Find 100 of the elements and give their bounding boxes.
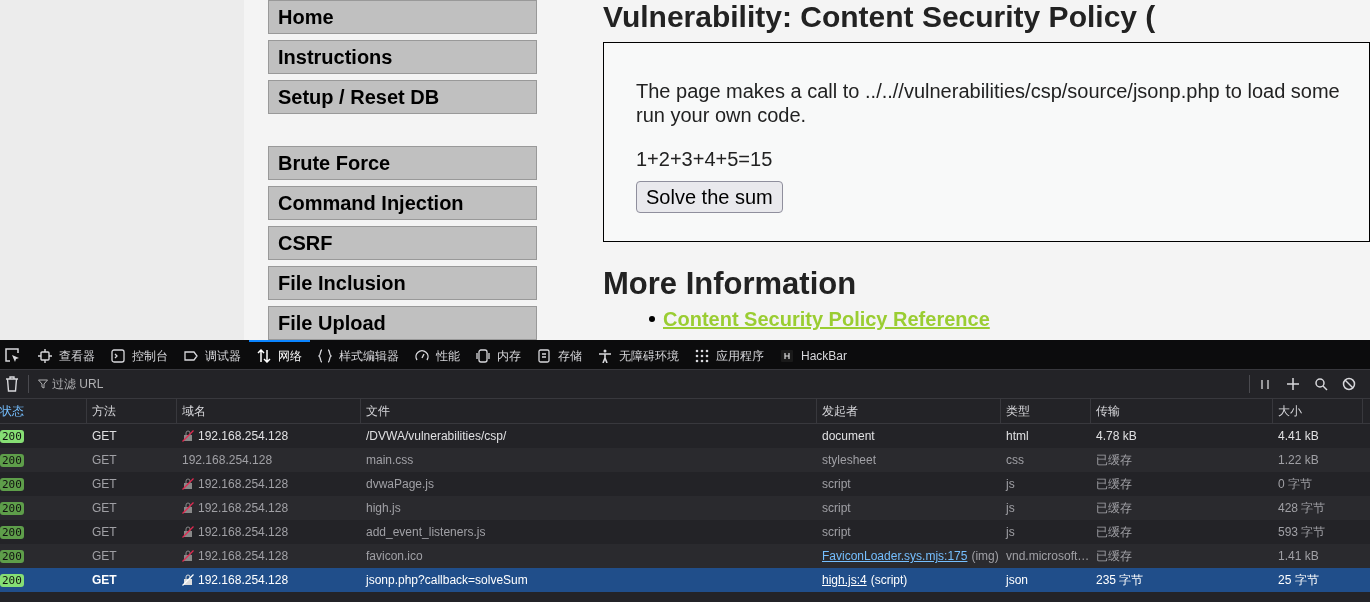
domain-text: 192.168.254.128 [198,500,289,517]
method-text: GET [92,548,117,565]
filter-url-field[interactable]: 过滤 URL [52,375,352,393]
page-title: Vulnerability: Content Security Policy ( [603,0,1157,34]
size-text: 593 字节 [1278,524,1326,541]
sidebar-menu-item[interactable]: Home [268,0,537,34]
method-text: GET [92,476,117,493]
braces-icon [318,348,332,363]
size-text: 1.22 kB [1278,452,1319,469]
paragraph-line: The page makes a call to ../..//vulnerabilities/csp/source/jsonp.php to load some [636,79,1340,103]
column-header[interactable]: 方法 [92,402,116,420]
domain-text: 192.168.254.128 [198,428,289,445]
paragraph-line: run your own code. [636,103,807,127]
devtools-tab[interactable]: 应用程序 [687,339,772,370]
size-text: 428 字节 [1278,500,1326,517]
initiator-text: stylesheet [822,452,877,469]
initiator-link[interactable]: high.js:4 [822,571,867,589]
transfer-text: 已缓存 [1096,500,1132,517]
sidebar-menu-item[interactable]: CSRF [268,226,537,260]
type-text: js [1006,476,1015,493]
domain-text: 192.168.254.128 [182,452,273,469]
solve-sum-button[interactable]: Solve the sum [636,181,783,213]
domain-text: 192.168.254.128 [198,524,289,541]
pause-icon[interactable] [1258,377,1272,391]
column-header[interactable]: 传输 [1096,402,1120,420]
sidebar-menu-item[interactable]: File Inclusion [268,266,537,300]
devtools-tab[interactable]: 内存 [468,339,529,370]
initiator-text: script [822,524,851,541]
funnel-icon [38,379,48,389]
method-text: GET [92,524,117,541]
sidebar-menu-item[interactable]: Setup / Reset DB [268,80,537,114]
file-text: favicon.ico [366,548,423,565]
type-text: vnd.microsoft… [1006,548,1090,565]
method-text: GET [92,452,117,469]
devtools-tab[interactable]: HackBar [772,339,855,370]
sum-text: 1+2+3+4+5=15 [636,147,773,171]
column-header[interactable]: 类型 [1006,402,1030,420]
request-row[interactable]: 200 GET 192.168.254.128 high.js script js 已缓存 428 字节 [0,496,1370,520]
transfer-text: 已缓存 [1096,548,1132,565]
console-icon [111,348,125,363]
devtools-tab[interactable]: 控制台 [103,339,176,370]
size-text: 0 字节 [1278,476,1312,493]
plus-icon[interactable] [1286,377,1300,391]
transfer-text: 已缓存 [1096,524,1132,541]
block-icon[interactable] [1342,377,1356,391]
storage-icon [537,348,551,363]
hackbar-icon [780,348,794,363]
devtools-tab[interactable]: 存储 [529,339,590,370]
element-picker-icon[interactable] [4,346,20,363]
method-text: GET [92,572,117,589]
devtools-tab[interactable]: 调试器 [176,339,249,370]
sidebar-menu-item[interactable]: Instructions [268,40,537,74]
accessibility-icon [598,348,612,363]
column-header[interactable]: 状态 [0,402,24,420]
type-text: js [1006,524,1015,541]
devtools-tab[interactable]: 查看器 [30,339,103,370]
column-header[interactable]: 文件 [366,402,390,420]
sidebar-menu-item[interactable]: File Upload [268,306,537,340]
grid-icon [695,348,709,363]
file-text: main.css [366,452,414,469]
column-header[interactable]: 发起者 [822,402,858,420]
initiator-link[interactable]: FaviconLoader.sys.mjs:175 [822,547,968,565]
transfer-text: 已缓存 [1096,476,1132,493]
initiator-text: (script) [870,572,908,589]
file-text: dvwaPage.js [366,476,435,493]
transfer-text: 已缓存 [1096,452,1132,469]
initiator-text: document [822,428,875,445]
sidebar-menu-item[interactable]: Command Injection [268,186,537,220]
column-header[interactable]: 大小 [1278,402,1302,420]
status-badge: 200 [0,549,24,563]
transfer-text: 4.78 kB [1096,428,1137,445]
up-down-arrows-icon [257,348,271,363]
method-text: GET [92,500,117,517]
transfer-text: 235 字节 [1096,572,1144,589]
domain-text: 192.168.254.128 [198,548,289,565]
size-text: 1.41 kB [1278,548,1319,565]
devtools-tab[interactable]: 样式编辑器 [310,339,407,370]
sidebar-menu-item[interactable]: Brute Force [268,146,537,180]
tag-icon [184,348,198,363]
column-header[interactable]: 域名 [182,402,206,420]
initiator-text: script [822,476,851,493]
search-icon[interactable] [1314,377,1328,391]
request-row[interactable]: 200 GET 192.168.254.128 favicon.ico FaviconLoader.sys.mjs:175 (img) vnd.microsoft… 已缓存 1.41 kB [0,544,1370,568]
devtools-tab[interactable]: 无障碍环境 [590,339,687,370]
size-text: 4.41 kB [1278,428,1319,445]
request-row[interactable]: 200 GET 192.168.254.128 main.css stylesheet css 已缓存 1.22 kB [0,448,1370,472]
devtools-tab[interactable]: 性能 [407,339,468,370]
file-text: add_event_listeners.js [366,524,486,541]
status-badge: 200 [0,429,24,443]
trash-icon[interactable] [5,376,19,392]
type-text: js [1006,500,1015,517]
status-badge: 200 [0,525,24,539]
request-row[interactable]: 200 GET 192.168.254.128 jsonp.php?callback=solveSum high.js:4 (script) json 235 字节 25 字节 [0,568,1370,592]
type-text: json [1006,572,1028,589]
domain-text: 192.168.254.128 [198,476,289,493]
status-badge: 200 [0,477,24,491]
devtools-tab[interactable]: 网络 [249,339,310,370]
type-text: css [1006,452,1024,469]
bullet-icon [649,316,655,322]
status-badge: 200 [0,501,24,515]
